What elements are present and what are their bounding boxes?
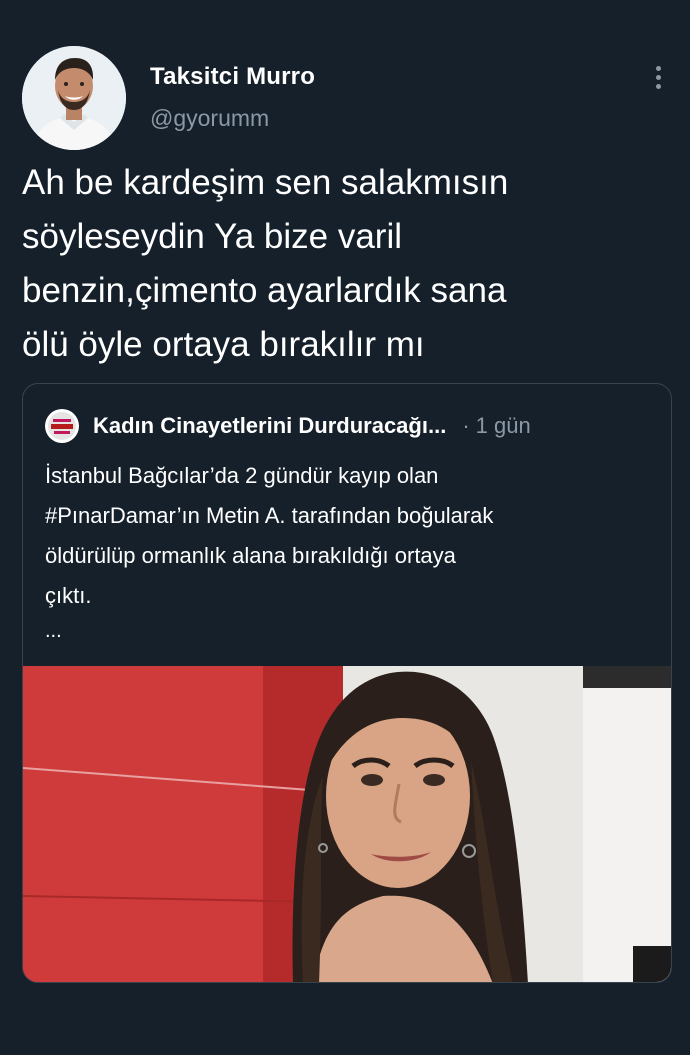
author-avatar[interactable] — [22, 46, 126, 150]
quoted-tweet-photo[interactable] — [23, 666, 671, 982]
author-handle[interactable]: @gyorumm — [150, 104, 315, 132]
author-info: Taksitci Murro @gyorumm — [150, 62, 315, 132]
photo-of-woman — [23, 666, 671, 982]
quoted-author-avatar[interactable] — [45, 409, 79, 443]
quoted-tweet-header: Kadın Cinayetlerini Durduracağı... · 1 g… — [45, 408, 649, 444]
tweet: Taksitci Murro @gyorumm Ah be kardeşim s… — [0, 0, 690, 1055]
quoted-author-name[interactable]: Kadın Cinayetlerini Durduracağı... — [93, 413, 446, 439]
quoted-separator: · — [462, 413, 470, 438]
quoted-tweet-card[interactable]: Kadın Cinayetlerini Durduracağı... · 1 g… — [22, 383, 672, 983]
tweet-text: Ah be kardeşim sen salakmısın söyleseydi… — [22, 163, 509, 364]
more-vertical-icon[interactable] — [640, 60, 676, 94]
avatar-photo — [22, 46, 126, 150]
author-display-name[interactable]: Taksitci Murro — [150, 62, 315, 92]
quoted-tweet-ellipsis: ... — [45, 620, 62, 642]
quoted-tweet-text: İstanbul Bağcılar’da 2 gündür kayıp olan… — [45, 463, 494, 608]
quoted-timestamp[interactable]: 1 gün — [476, 413, 531, 439]
quoted-author-logo-icon — [48, 412, 76, 440]
